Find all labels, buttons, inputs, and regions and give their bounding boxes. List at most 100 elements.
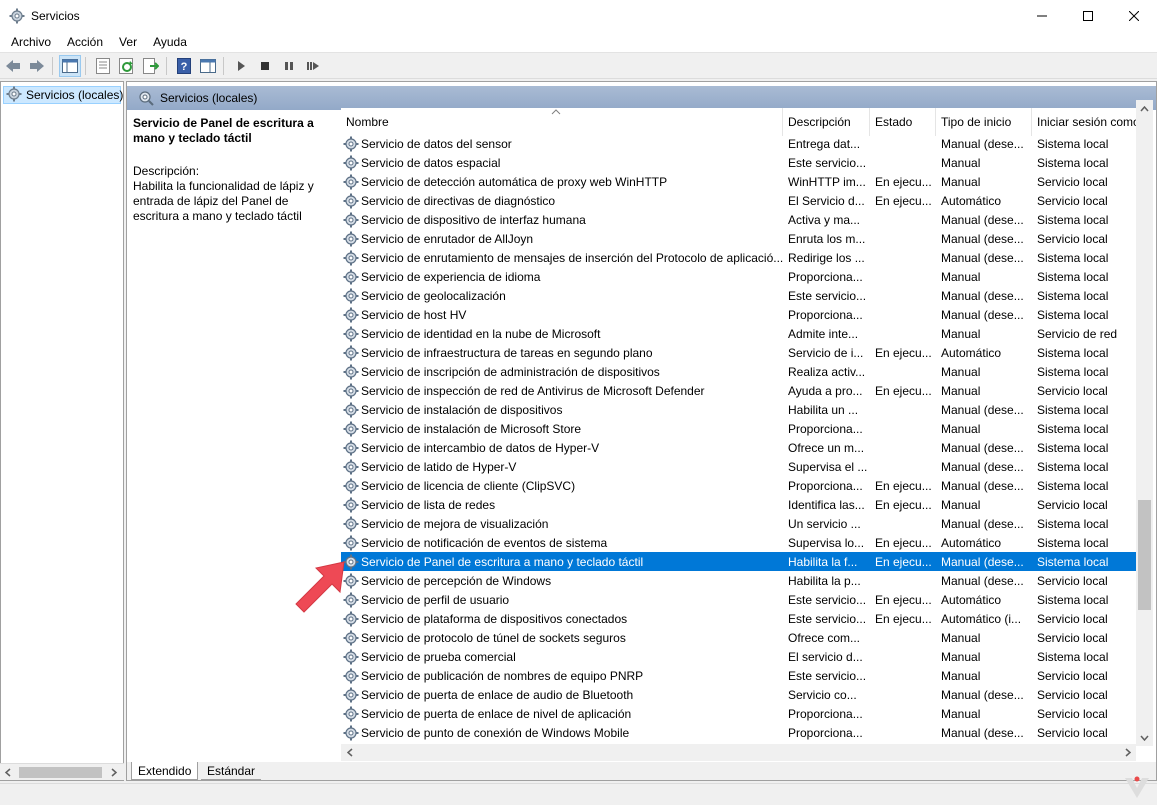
tree-item-services-local[interactable]: Servicios (locales) [3, 86, 123, 105]
service-startup-type: Manual [941, 421, 981, 436]
table-row[interactable]: Servicio de protocolo de túnel de socket… [341, 628, 1138, 647]
table-row[interactable]: Servicio de Panel de escritura a mano y … [341, 552, 1138, 571]
service-gear-icon [343, 136, 359, 152]
tab-extendido[interactable]: Extendido [131, 762, 199, 780]
service-name-cell: Servicio de directivas de diagnóstico [341, 193, 783, 209]
table-row[interactable]: Servicio de lista de redes Identifica las… [341, 495, 1138, 514]
table-row[interactable]: Servicio de experiencia de idioma Proporc… [341, 267, 1138, 286]
table-row[interactable]: Servicio de enrutador de AllJoyn Enruta l… [341, 229, 1138, 248]
back-button[interactable] [2, 55, 24, 77]
service-name: Servicio de detección automática de prox… [361, 174, 668, 189]
table-row[interactable]: Servicio de identidad en la nube de Micr… [341, 324, 1138, 343]
menu-ayuda[interactable]: Ayuda [145, 35, 195, 49]
service-logon: Sistema local [1037, 155, 1109, 170]
table-row[interactable]: Servicio de publicación de nombres de eq… [341, 666, 1138, 685]
table-row[interactable]: Servicio de geolocalización Este servicio… [341, 286, 1138, 305]
table-row[interactable]: Servicio de plataforma de dispositivos c… [341, 609, 1138, 628]
table-row[interactable]: Servicio de instalación de Microsoft Sto… [341, 419, 1138, 438]
service-name: Servicio de directivas de diagnóstico [361, 193, 556, 208]
service-gear-icon [343, 440, 359, 456]
service-logon: Servicio local [1037, 193, 1108, 208]
show-hide-action-pane-button[interactable] [197, 55, 219, 77]
console-tree: Servicios (locales) [0, 81, 124, 781]
watermark-logo-icon [1125, 776, 1149, 798]
export-list-button[interactable] [140, 55, 162, 77]
service-name-cell: Servicio de notificación de eventos de s… [341, 535, 783, 551]
column-header-startup-label: Tipo de inicio [941, 115, 1012, 129]
console-tree-button[interactable] [59, 55, 81, 77]
table-row[interactable]: Servicio de inspección de red de Antivir… [341, 381, 1138, 400]
toolbar: ? [0, 54, 1157, 79]
stop-service-button[interactable] [254, 55, 276, 77]
table-row[interactable]: Servicio de perfil de usuario Este servic… [341, 590, 1138, 609]
tab-estandar[interactable]: Estándar [201, 762, 262, 780]
service-logon: Servicio local [1037, 630, 1108, 645]
table-row[interactable]: Servicio de datos espacial Este servicio.… [341, 153, 1138, 172]
services-gear-icon [6, 86, 22, 105]
start-service-button[interactable] [230, 55, 252, 77]
column-header-startup-type[interactable]: Tipo de inicio [936, 108, 1032, 136]
table-row[interactable]: Servicio de infraestructura de tareas en… [341, 343, 1138, 362]
table-row[interactable]: Servicio de instalación de dispositivos H… [341, 400, 1138, 419]
horizontal-scrollbar[interactable] [341, 744, 1136, 761]
vertical-scrollbar-thumb[interactable] [1138, 500, 1151, 610]
menu-archivo[interactable]: Archivo [0, 35, 59, 49]
scroll-left-button[interactable] [341, 744, 358, 761]
table-row[interactable]: Servicio de punto de conexión de Windows… [341, 723, 1138, 742]
table-row[interactable]: Servicio de puerta de enlace de nivel de… [341, 704, 1138, 723]
pause-service-button[interactable] [278, 55, 300, 77]
service-gear-icon [343, 649, 359, 665]
table-row[interactable]: Servicio de host HV Proporciona... Manual … [341, 305, 1138, 324]
table-row[interactable]: Servicio de prueba comercial El servicio … [341, 647, 1138, 666]
table-row[interactable]: Servicio de directivas de diagnóstico El … [341, 191, 1138, 210]
table-row[interactable]: Servicio de percepción de Windows Habilit… [341, 571, 1138, 590]
column-header-description-label: Descripción [788, 115, 851, 129]
restart-service-button[interactable] [302, 55, 324, 77]
service-logon: Servicio local [1037, 687, 1108, 702]
service-name-cell: Servicio de intercambio de datos de Hype… [341, 440, 783, 456]
table-row[interactable]: Servicio de enrutamiento de mensajes de … [341, 248, 1138, 267]
service-name: Servicio de identidad en la nube de Micr… [361, 326, 601, 341]
refresh-button[interactable] [116, 55, 138, 77]
table-row[interactable]: Servicio de licencia de cliente (ClipSVC… [341, 476, 1138, 495]
table-row[interactable]: Servicio de puerta de enlace de audio de… [341, 685, 1138, 704]
column-header-description[interactable]: Descripción [783, 108, 870, 136]
column-header-state[interactable]: Estado [870, 108, 936, 136]
table-row[interactable]: Servicio de datos del sensor Entrega dat.… [341, 134, 1138, 153]
scrollbar-thumb [19, 767, 102, 778]
scroll-right-button[interactable] [1119, 744, 1136, 761]
pause-icon [285, 62, 293, 70]
service-description: Habilita la p... [788, 573, 861, 588]
view-tabs: Extendido Estándar [127, 762, 1156, 780]
annotation-arrow-icon [295, 561, 345, 613]
table-row[interactable]: Servicio de notificación de eventos de s… [341, 533, 1138, 552]
menu-ver[interactable]: Ver [111, 35, 145, 49]
maximize-button[interactable] [1065, 0, 1111, 31]
service-gear-icon [343, 497, 359, 513]
help-button[interactable]: ? [173, 55, 195, 77]
service-startup-type: Manual [941, 174, 981, 189]
service-startup-type: Manual [941, 326, 981, 341]
service-logon: Servicio local [1037, 706, 1108, 721]
properties-button[interactable] [92, 55, 114, 77]
menu-accion[interactable]: Acción [59, 35, 111, 49]
column-header-logon[interactable]: Iniciar sesión como [1032, 108, 1138, 136]
table-row[interactable]: Servicio de detección automática de prox… [341, 172, 1138, 191]
scroll-up-button[interactable] [1136, 100, 1153, 117]
service-description: Enruta los m... [788, 231, 866, 246]
table-row[interactable]: Servicio de intercambio de datos de Hype… [341, 438, 1138, 457]
tree-horizontal-scrollbar[interactable] [0, 763, 124, 780]
forward-button[interactable] [26, 55, 48, 77]
close-button[interactable] [1111, 0, 1157, 31]
service-name: Servicio de intercambio de datos de Hype… [361, 440, 600, 455]
vertical-scrollbar[interactable] [1136, 100, 1153, 746]
column-header-name[interactable]: Nombre [341, 108, 783, 136]
table-row[interactable]: Servicio de dispositivo de interfaz huma… [341, 210, 1138, 229]
table-row[interactable]: Servicio de inscripción de administració… [341, 362, 1138, 381]
table-row[interactable]: Servicio de mejora de visualización Un se… [341, 514, 1138, 533]
service-description: Este servicio... [788, 668, 867, 683]
minimize-button[interactable] [1019, 0, 1065, 31]
service-name: Servicio de percepción de Windows [361, 573, 552, 588]
table-row[interactable]: Servicio de latido de Hyper-V Supervisa e… [341, 457, 1138, 476]
scroll-down-button[interactable] [1136, 729, 1153, 746]
